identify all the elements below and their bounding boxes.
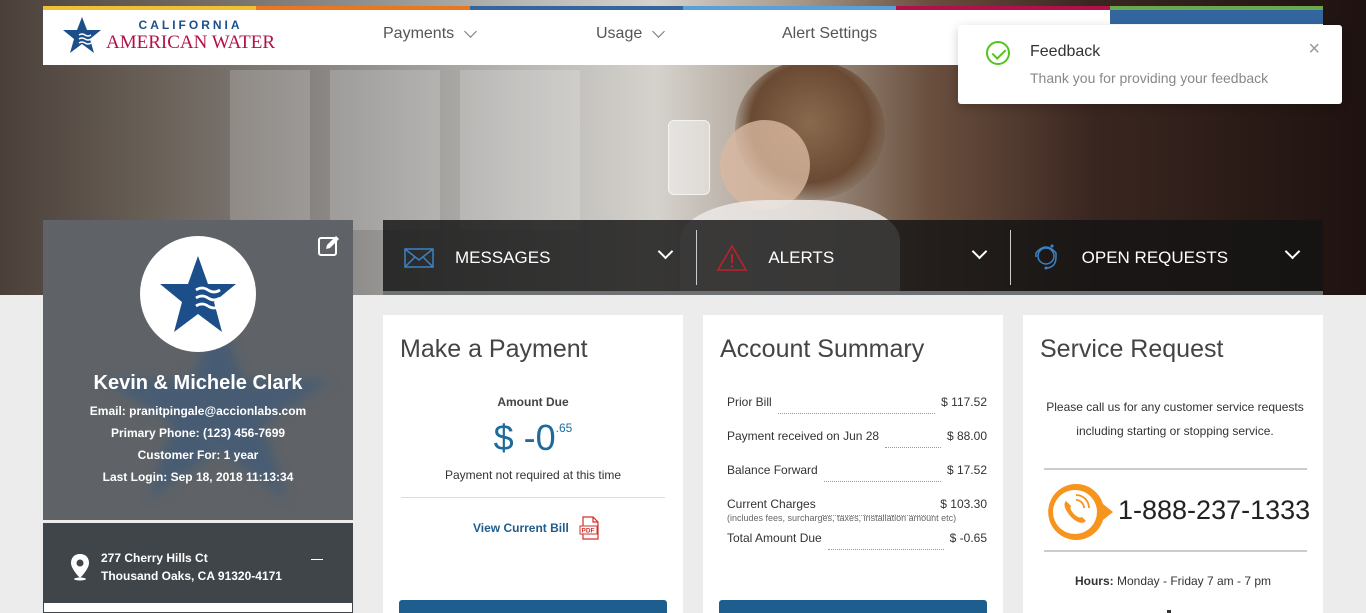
make-payment-card: Make a Payment Amount Due $ -0.65 Paymen… <box>383 315 683 613</box>
summary-row: Balance Forward $ 17.52 <box>727 463 987 497</box>
amount-main: $ -0 <box>493 417 556 458</box>
divider <box>1044 550 1307 552</box>
chevron-down-icon <box>1284 243 1301 260</box>
address-line2: Thousand Oaks, CA 91320-4171 <box>101 569 282 583</box>
summary-value: $ -0.65 <box>949 531 987 545</box>
brand-line2: AMERICAN WATER <box>106 31 276 53</box>
summary-row: Total Amount Due $ -0.65 <box>727 531 987 565</box>
make-payment-button[interactable] <box>399 600 667 613</box>
strip-border <box>383 291 1323 295</box>
service-phone[interactable]: 1-888-237-1333 <box>1118 495 1310 526</box>
alerts-label: ALERTS <box>768 247 835 267</box>
star-wave-logo-icon <box>160 256 236 332</box>
summary-value: $ 117.52 <box>941 395 987 409</box>
chevron-down-icon <box>464 25 478 38</box>
card-title: Make a Payment <box>400 335 588 363</box>
view-billing-button[interactable] <box>719 600 987 613</box>
check-circle-icon <box>986 41 1010 65</box>
window-pane <box>230 70 310 230</box>
chevron-down-icon <box>971 243 987 260</box>
open-requests-label: OPEN REQUESTS <box>1081 247 1229 267</box>
notification-strip: MESSAGES ALERTS OPEN REQUESTS <box>383 220 1323 295</box>
amount-due-value: $ -0.65 <box>383 417 683 459</box>
hero-child-face <box>720 120 810 210</box>
nav-usage-label: Usage <box>596 25 643 42</box>
service-hours: Hours: Monday - Friday 7 am - 7 pm <box>1023 574 1323 588</box>
collapse-icon[interactable] <box>311 559 323 560</box>
location-pin-icon <box>71 554 89 581</box>
nav-usage[interactable]: Usage <box>596 25 666 43</box>
profile-name: Kevin & Michele Clark <box>93 372 303 394</box>
profile-customer-for: Customer For: 1 year <box>137 448 259 462</box>
service-request-card: Service Request Please call us for any c… <box>1023 315 1323 613</box>
summary-label: Current Charges <box>727 497 816 511</box>
summary-label: Payment received on Jun 28 <box>727 429 880 443</box>
summary-row: Prior Bill $ 117.52 <box>727 395 987 429</box>
star-wave-logo-icon <box>63 17 101 53</box>
svg-text:PDF: PDF <box>581 528 594 535</box>
summary-row: Payment received on Jun 28 $ 88.00 <box>727 429 987 463</box>
open-requests-dropdown[interactable]: OPEN REQUESTS <box>1009 220 1323 295</box>
feedback-toast: Feedback Thank you for providing your fe… <box>958 25 1342 104</box>
summary-label: Balance Forward <box>727 463 818 477</box>
summary-label: Total Amount Due <box>727 531 822 545</box>
chevron-down-icon <box>658 243 674 260</box>
warning-icon <box>717 244 748 271</box>
amount-due-label: Amount Due <box>497 395 569 409</box>
chevron-down-icon <box>652 25 666 38</box>
edit-icon[interactable] <box>317 234 341 258</box>
hero-glass <box>668 120 710 195</box>
nav-alert-settings-label: Alert Settings <box>782 25 878 42</box>
address-panel[interactable]: 277 Cherry Hills Ct Thousand Oaks, CA 91… <box>43 523 353 602</box>
window-pane <box>460 70 580 230</box>
address-line1: 277 Cherry Hills Ct <box>101 551 208 565</box>
profile-card: Kevin & Michele Clark Email: pranitpinga… <box>43 220 353 520</box>
amount-cents: .65 <box>555 421 573 435</box>
hours-label: Hours: <box>1074 574 1114 588</box>
brand-logo[interactable]: CALIFORNIA AMERICAN WATER <box>62 15 275 55</box>
summary-value: $ 88.00 <box>946 429 987 443</box>
profile-phone: Primary Phone: (123) 456-7699 <box>110 426 286 440</box>
payment-note: Payment not required at this time <box>444 468 622 482</box>
profile-next-panel <box>43 602 353 613</box>
view-current-bill-link[interactable]: View Current Bill PDF <box>473 516 601 540</box>
hours-value: Monday - Friday 7 am - 7 pm <box>1116 574 1272 588</box>
nav-payments[interactable]: Payments <box>383 25 478 43</box>
divider <box>1044 468 1307 470</box>
brand-line1: CALIFORNIA <box>138 17 243 32</box>
view-current-bill-label: View Current Bill <box>473 521 569 535</box>
profile-last-login: Last Login: Sep 18, 2018 11:13:34 <box>102 470 294 484</box>
envelope-icon <box>404 247 434 268</box>
summary-value: $ 17.52 <box>946 463 987 477</box>
nav-account-tab[interactable] <box>1110 6 1323 24</box>
card-title: Account Summary <box>720 335 925 363</box>
avatar <box>140 236 256 352</box>
window-pane <box>330 70 440 230</box>
nav-payments-label: Payments <box>383 25 455 42</box>
messages-dropdown[interactable]: MESSAGES <box>383 220 696 295</box>
support-agent-icon <box>1034 243 1057 269</box>
toast-message: Thank you for providing your feedback <box>1030 70 1269 86</box>
charges-note: (includes fees, surcharges, taxes, insta… <box>727 513 957 523</box>
account-summary-card: Account Summary Prior Bill $ 117.52 Payme… <box>703 315 1003 613</box>
summary-rows: Prior Bill $ 117.52 Payment received on J… <box>727 395 987 565</box>
nav-alert-settings[interactable]: Alert Settings <box>782 25 877 43</box>
summary-label: Prior Bill <box>727 395 772 409</box>
phone-icon <box>1048 483 1113 540</box>
alerts-dropdown[interactable]: ALERTS <box>696 220 1009 295</box>
card-title: Service Request <box>1040 335 1224 363</box>
messages-label: MESSAGES <box>455 247 551 267</box>
divider <box>401 497 665 498</box>
toast-title: Feedback <box>1030 43 1101 60</box>
service-text: Please call us for any customer service … <box>1046 400 1304 438</box>
summary-value: $ 103.30 <box>940 497 987 511</box>
profile-email: Email: pranitpingale@accionlabs.com <box>89 404 307 418</box>
close-icon[interactable]: × <box>1308 39 1320 59</box>
pdf-icon: PDF <box>579 516 599 540</box>
